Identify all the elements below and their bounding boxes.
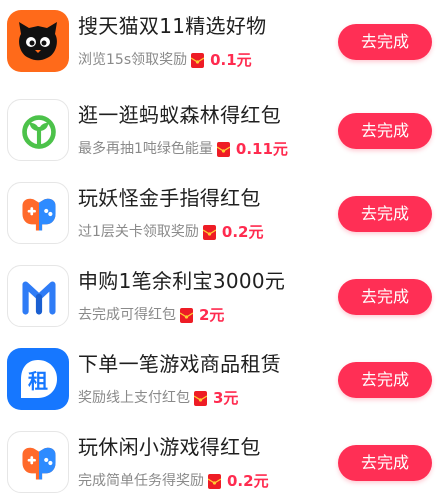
reward-amount: 0.11元 bbox=[235, 140, 288, 158]
task-row: 逛一逛蚂蚁森林得红包 最多再抽1吨绿色能量 0.11元 去完成 bbox=[0, 89, 441, 171]
go-complete-button[interactable]: 去完成 bbox=[338, 362, 432, 398]
task-description: 完成简单任务得奖励 bbox=[78, 473, 204, 489]
task-title: 搜天猫双11精选好物 bbox=[78, 14, 267, 38]
red-envelope-icon bbox=[191, 52, 205, 68]
red-envelope-icon bbox=[202, 224, 216, 240]
task-row: 租 下单一笔游戏商品租赁 奖励线上支付红包 3元 去完成 bbox=[0, 338, 441, 420]
task-title: 下单一笔游戏商品租赁 bbox=[78, 352, 281, 376]
task-description: 去完成可得红包 bbox=[78, 307, 176, 323]
game-controller-icon bbox=[7, 182, 69, 244]
reward-amount: 0.2元 bbox=[227, 472, 269, 490]
task-title: 逛一逛蚂蚁森林得红包 bbox=[78, 103, 281, 127]
reward-amount: 3元 bbox=[213, 389, 239, 407]
go-complete-button[interactable]: 去完成 bbox=[338, 279, 432, 315]
go-complete-button[interactable]: 去完成 bbox=[338, 113, 432, 149]
task-title: 玩休闲小游戏得红包 bbox=[78, 435, 261, 459]
task-row: 搜天猫双11精选好物 浏览15s领取奖励 0.1元 去完成 bbox=[0, 0, 441, 82]
go-complete-button[interactable]: 去完成 bbox=[338, 196, 432, 232]
red-envelope-icon bbox=[194, 390, 207, 406]
task-row: 玩休闲小游戏得红包 完成简单任务得奖励 0.2元 去完成 bbox=[0, 421, 441, 503]
red-envelope-icon bbox=[180, 307, 193, 323]
task-subline: 过1层关卡领取奖励 0.2元 bbox=[78, 222, 264, 242]
reward-amount: 0.1元 bbox=[210, 51, 252, 69]
yuebao-m-icon bbox=[7, 265, 69, 327]
reward-amount: 0.2元 bbox=[221, 223, 264, 241]
game-controller-icon bbox=[7, 431, 69, 493]
red-envelope-icon bbox=[208, 473, 221, 489]
reward-amount: 2元 bbox=[199, 306, 225, 324]
task-subline: 浏览15s领取奖励 0.1元 bbox=[78, 50, 252, 70]
rent-char: 租 bbox=[28, 369, 48, 393]
task-row: 申购1笔余利宝3000元 去完成可得红包 2元 去完成 bbox=[0, 255, 441, 337]
task-title: 玩妖怪金手指得红包 bbox=[78, 186, 261, 210]
task-list: 搜天猫双11精选好物 浏览15s领取奖励 0.1元 去完成 逛一逛蚂蚁森林得红包… bbox=[0, 0, 441, 501]
task-title: 申购1笔余利宝3000元 bbox=[78, 269, 286, 293]
task-description: 浏览15s领取奖励 bbox=[78, 52, 188, 68]
task-description: 过1层关卡领取奖励 bbox=[78, 224, 199, 240]
task-subline: 最多再抽1吨绿色能量 0.11元 bbox=[78, 139, 288, 159]
task-subline: 去完成可得红包 2元 bbox=[78, 305, 224, 325]
task-description: 奖励线上支付红包 bbox=[78, 390, 190, 406]
rent-bubble-icon: 租 bbox=[7, 348, 69, 410]
task-row: 玩妖怪金手指得红包 过1层关卡领取奖励 0.2元 去完成 bbox=[0, 172, 441, 254]
task-subline: 奖励线上支付红包 3元 bbox=[78, 388, 238, 408]
ant-forest-icon bbox=[7, 99, 69, 161]
task-description: 最多再抽1吨绿色能量 bbox=[78, 141, 213, 157]
go-complete-button[interactable]: 去完成 bbox=[338, 24, 432, 60]
go-complete-button[interactable]: 去完成 bbox=[338, 445, 432, 481]
task-subline: 完成简单任务得奖励 0.2元 bbox=[78, 471, 269, 491]
red-envelope-icon bbox=[216, 141, 230, 157]
tmall-cat-icon bbox=[7, 10, 69, 72]
